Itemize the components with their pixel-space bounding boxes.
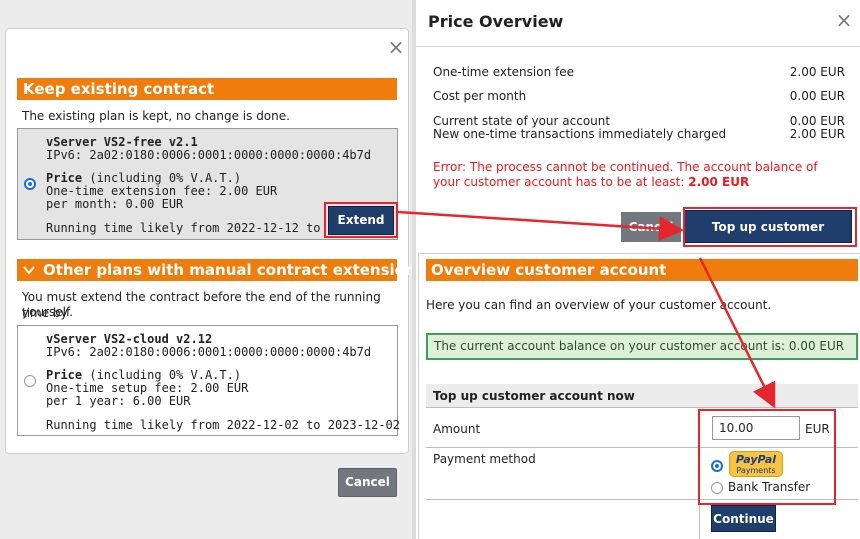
- continue-button[interactable]: Continue: [711, 505, 776, 532]
- error-message: Error: The process cannot be continued. …: [433, 160, 845, 190]
- close-icon[interactable]: ×: [834, 10, 854, 30]
- plan-price-label: Price: [46, 368, 83, 382]
- close-icon[interactable]: ×: [386, 37, 406, 57]
- error-text: Error: The process cannot be continued. …: [433, 160, 818, 189]
- other-plans-title: Other plans with manual contract extensi…: [43, 261, 416, 279]
- price-row-value: 2.00 EUR: [789, 65, 845, 79]
- cancel-button[interactable]: Cancel: [338, 468, 397, 497]
- payment-form-highlight-box: [698, 409, 836, 505]
- plan-ipv6: IPv6: 2a02:0180:0006:0001:0000:0000:0000…: [46, 345, 372, 359]
- price-row-label: One-time extension fee: [433, 65, 574, 79]
- account-balance-alert: The current account balance on your cust…: [426, 333, 858, 360]
- price-row-value: 0.00 EUR: [789, 89, 845, 103]
- plan-period-line: per 1 year: 6.00 EUR: [46, 394, 191, 408]
- plan-radio-selected[interactable]: [24, 178, 36, 190]
- amount-label: Amount: [433, 422, 481, 436]
- chevron-down-icon[interactable]: [23, 260, 35, 282]
- keep-contract-description: The existing plan is kept, no change is …: [22, 109, 290, 123]
- payment-method-label: Payment method: [433, 452, 536, 466]
- price-row-label: Cost per month: [433, 89, 527, 103]
- account-balance-text: The current account balance on your cust…: [434, 339, 845, 353]
- price-row-label: New one-time transactions immediately ch…: [433, 127, 727, 141]
- other-plans-description-line1: You must extend the contract before the …: [22, 290, 381, 320]
- plan-period-line: per month: 0.00 EUR: [46, 197, 184, 211]
- price-row-value: 2.00 EUR: [789, 127, 845, 141]
- account-overview-header: Overview customer account: [426, 259, 858, 281]
- top-up-section-title: Top up customer account now: [433, 389, 635, 403]
- other-plans-description-line2: yourself.: [22, 305, 74, 319]
- plan-price-label: Price: [46, 171, 83, 185]
- other-plans-header[interactable]: Other plans with manual contract extensi…: [17, 259, 416, 282]
- account-intro: Here you can find an overview of your cu…: [426, 298, 772, 312]
- top-up-section-header: Top up customer account now: [426, 384, 858, 408]
- keep-contract-title: Keep existing contract: [23, 80, 215, 98]
- keep-contract-header: Keep existing contract: [17, 78, 397, 100]
- plan-running-time: Running time likely from 2022-12-02 to 2…: [46, 418, 401, 432]
- plan-price-note: (including 0% V.A.T.): [89, 368, 242, 382]
- title-divider: [416, 46, 860, 47]
- plan-radio-unselected[interactable]: [24, 375, 36, 387]
- error-amount: 2.00 EUR: [688, 175, 750, 189]
- cancel-button[interactable]: Cancel: [621, 212, 681, 242]
- plan-ipv6: IPv6: 2a02:0180:0006:0001:0000:0000:0000…: [46, 148, 372, 162]
- extend-highlight-box: [324, 202, 398, 238]
- account-overview-title: Overview customer account: [431, 261, 667, 279]
- top-up-highlight-box: [683, 207, 857, 247]
- contract-dialog: × Keep existing contract The existing pl…: [5, 28, 416, 454]
- price-overview-title: Price Overview: [428, 12, 564, 31]
- plan-price-note: (including 0% V.A.T.): [89, 171, 242, 185]
- cloud-plan-option[interactable]: vServer VS2-cloud v2.12 IPv6: 2a02:0180:…: [17, 325, 401, 436]
